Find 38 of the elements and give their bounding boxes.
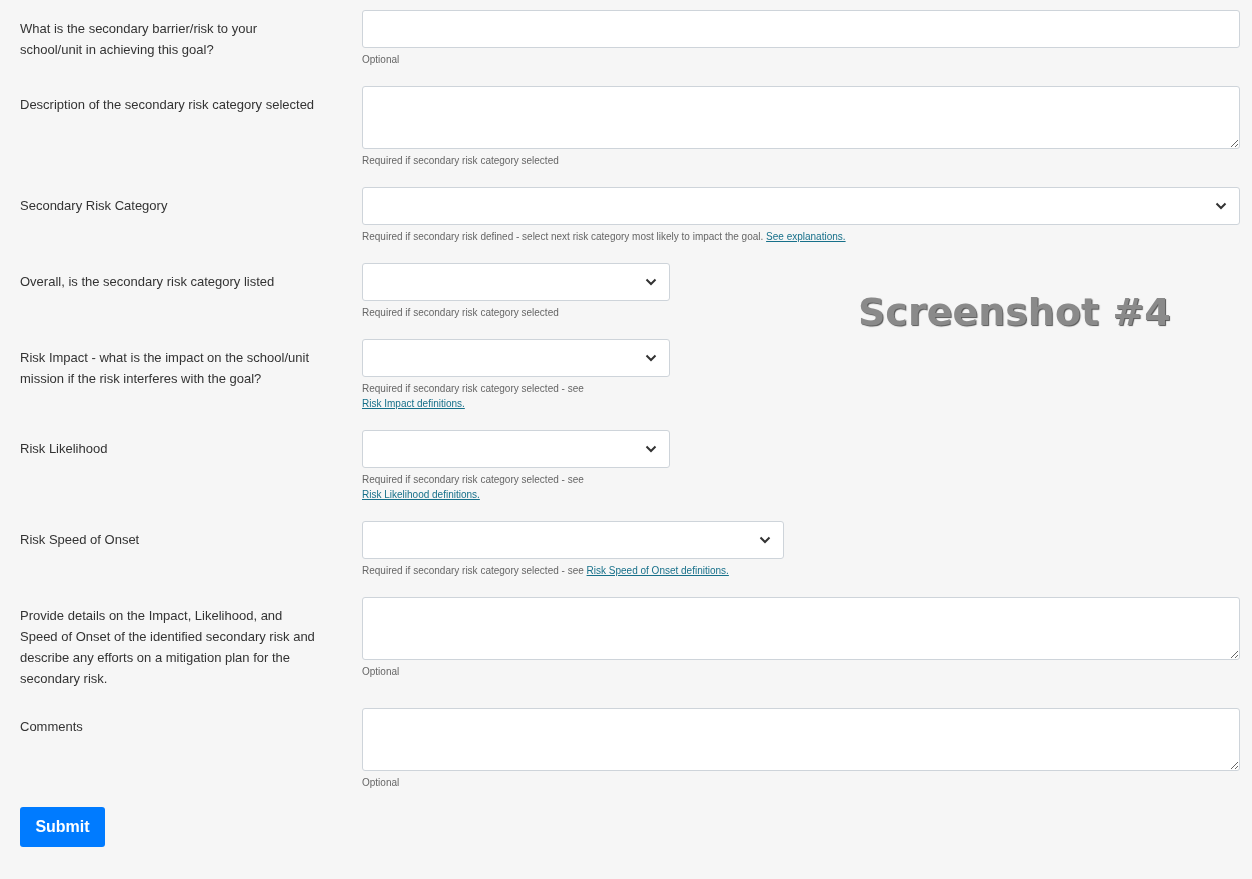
- help-text: Required if secondary risk category selected - see Risk Impact definitions.: [362, 382, 585, 411]
- field-label: Description of the secondary risk category selected: [20, 96, 316, 114]
- dropdown[interactable]: [362, 187, 1240, 225]
- help-text: Optional: [362, 53, 400, 67]
- field-label: Comments: [20, 718, 84, 736]
- help-link[interactable]: See explanations.: [766, 231, 846, 242]
- field-label: Secondary Risk Category: [20, 197, 169, 215]
- text-field[interactable]: [362, 10, 1240, 48]
- text-area[interactable]: [362, 708, 1240, 771]
- help-link[interactable]: Risk Likelihood definitions.: [362, 489, 480, 500]
- text-area[interactable]: [362, 86, 1240, 149]
- field-label: What is the secondary barrier/risk to your school/unit in achieving this goal?: [20, 20, 258, 59]
- help-text: Required if secondary risk category selected - see Risk Likelihood definitions.: [362, 473, 585, 502]
- help-text: Required if secondary risk category selected - see Risk Speed of Onset definitions.: [362, 564, 730, 578]
- help-text: Required if secondary risk defined - select next risk category most likely to impact the goal. See explanations.: [362, 230, 846, 244]
- help-text: Optional: [362, 776, 400, 790]
- chevron-down-icon: [645, 278, 657, 286]
- chevron-down-icon: [759, 536, 771, 544]
- help-link[interactable]: Risk Speed of Onset definitions.: [586, 565, 729, 576]
- help-text: Required if secondary risk category selected: [362, 306, 560, 320]
- field-label: Risk Speed of Onset: [20, 531, 141, 549]
- chevron-down-icon: [645, 354, 657, 362]
- help-text: Required if secondary risk category selected: [362, 154, 559, 168]
- submit-button[interactable]: Submit: [20, 807, 105, 847]
- annotation-text: Screenshot #4: [858, 290, 1171, 334]
- field-label: Risk Likelihood: [20, 440, 109, 458]
- chevron-down-icon: [1215, 202, 1227, 210]
- text-area[interactable]: [362, 597, 1240, 660]
- dropdown[interactable]: [362, 263, 670, 301]
- dropdown[interactable]: [362, 339, 670, 377]
- help-link[interactable]: Risk Impact definitions.: [362, 398, 465, 409]
- dropdown[interactable]: [362, 521, 784, 559]
- field-label: Risk Impact - what is the impact on the school/unit mission if the risk interferes with the goal?: [20, 349, 310, 388]
- chevron-down-icon: [645, 445, 657, 453]
- dropdown[interactable]: [362, 430, 670, 468]
- help-text: Optional: [362, 665, 400, 679]
- field-label: Overall, is the secondary risk category listed: [20, 273, 276, 291]
- field-label: Provide details on the Impact, Likelihood, and Speed of Onset of the identified secondary risk and describe any efforts on a mitigation plan for the secondary risk.: [20, 607, 316, 688]
